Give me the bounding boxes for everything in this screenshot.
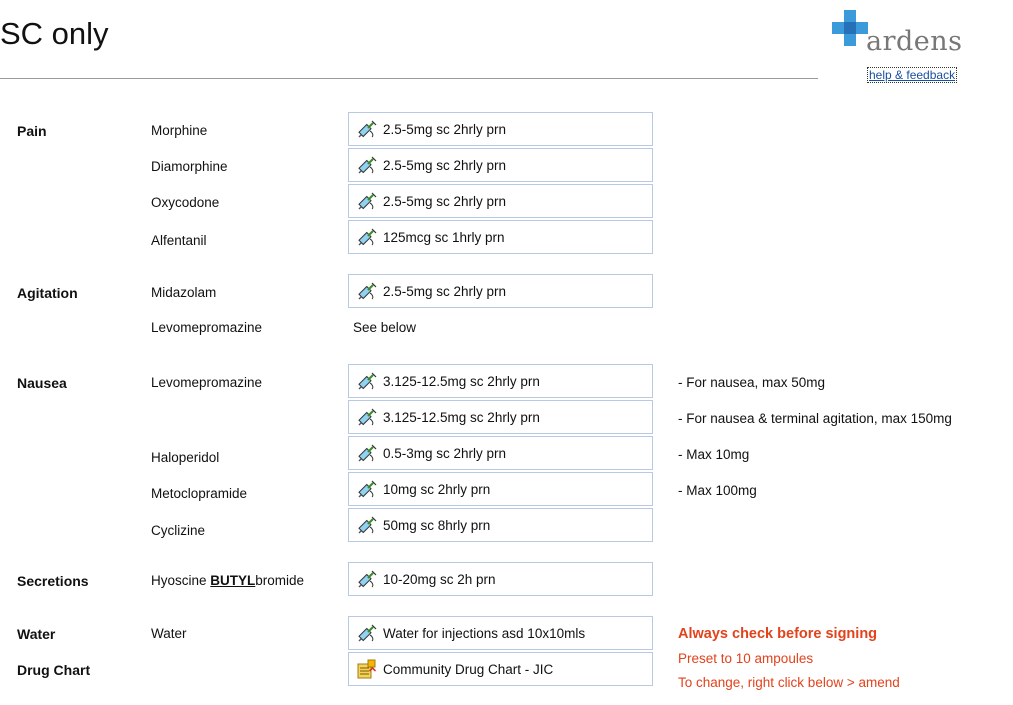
category-pain: Pain: [17, 123, 47, 139]
document-icon: [357, 659, 377, 679]
drug-chart-button[interactable]: Community Drug Chart - JIC: [348, 652, 653, 686]
page-title: SC only: [0, 16, 109, 51]
syringe-icon: [358, 516, 377, 534]
dose-button-oxycodone[interactable]: 2.5-5mg sc 2hrly prn: [348, 184, 653, 218]
drug-haloperidol: Haloperidol: [151, 450, 220, 465]
dose-label: 2.5-5mg sc 2hrly prn: [383, 283, 507, 299]
dose-label: 2.5-5mg sc 2hrly prn: [383, 121, 507, 137]
drug-morphine: Morphine: [151, 123, 208, 138]
dose-button-hyoscine[interactable]: 10-20mg sc 2h prn: [348, 562, 653, 596]
see-below-text: See below: [353, 320, 417, 335]
category-nausea: Nausea: [17, 375, 67, 391]
dose-label: 2.5-5mg sc 2hrly prn: [383, 193, 507, 209]
dose-button-haloperidol[interactable]: 0.5-3mg sc 2hrly prn: [348, 436, 653, 470]
dose-label: Water for injections asd 10x10mls: [383, 625, 586, 641]
title-divider: [0, 78, 818, 79]
dose-button-water[interactable]: Water for injections asd 10x10mls: [348, 616, 653, 650]
drug-water: Water: [151, 626, 187, 641]
dose-button-levomepromazine-1[interactable]: 3.125-12.5mg sc 2hrly prn: [348, 364, 653, 398]
warning-check: Always check before signing: [678, 626, 878, 642]
dose-button-morphine[interactable]: 2.5-5mg sc 2hrly prn: [348, 112, 653, 146]
drug-levomepromazine-nausea: Levomepromazine: [151, 375, 263, 390]
drug-metoclopramide: Metoclopramide: [151, 486, 248, 501]
syringe-icon: [358, 408, 377, 426]
help-feedback-link[interactable]: help & feedback: [866, 67, 958, 83]
dose-button-metoclopramide[interactable]: 10mg sc 2hrly prn: [348, 472, 653, 506]
category-water: Water: [17, 626, 56, 642]
note-metoclopramide: - Max 100mg: [678, 483, 757, 498]
syringe-icon: [358, 624, 377, 642]
drug-alfentanil: Alfentanil: [151, 233, 207, 248]
dose-label: 10mg sc 2hrly prn: [383, 481, 491, 497]
syringe-icon: [358, 156, 377, 174]
dose-label: 50mg sc 8hrly prn: [383, 517, 491, 533]
dose-label: 125mcg sc 1hrly prn: [383, 229, 505, 245]
dose-button-cyclizine[interactable]: 50mg sc 8hrly prn: [348, 508, 653, 542]
dose-button-levomepromazine-2[interactable]: 3.125-12.5mg sc 2hrly prn: [348, 400, 653, 434]
note-haloperidol: - Max 10mg: [678, 447, 750, 462]
drug-name-suffix: bromide: [255, 573, 305, 588]
drug-name-emphasis: BUTYL: [210, 573, 256, 588]
syringe-icon: [358, 372, 377, 390]
dose-button-midazolam[interactable]: 2.5-5mg sc 2hrly prn: [348, 274, 653, 308]
logo-text: ardens: [866, 26, 963, 57]
warning-change: To change, right click below > amend: [678, 675, 900, 690]
syringe-icon: [358, 282, 377, 300]
dose-label: 3.125-12.5mg sc 2hrly prn: [383, 409, 540, 425]
warning-preset: Preset to 10 ampoules: [678, 651, 814, 666]
syringe-icon: [358, 192, 377, 210]
drug-chart-label: Community Drug Chart - JIC: [383, 661, 554, 677]
dose-button-diamorphine[interactable]: 2.5-5mg sc 2hrly prn: [348, 148, 653, 182]
drug-cyclizine: Cyclizine: [151, 523, 206, 538]
dose-label: 2.5-5mg sc 2hrly prn: [383, 157, 507, 173]
drug-levomepromazine-agitation: Levomepromazine: [151, 320, 263, 335]
note-levomepromazine-2: - For nausea & terminal agitation, max 1…: [678, 411, 952, 426]
category-drug-chart: Drug Chart: [17, 662, 91, 678]
drug-oxycodone: Oxycodone: [151, 195, 220, 210]
dose-label: 3.125-12.5mg sc 2hrly prn: [383, 373, 540, 389]
syringe-icon: [358, 120, 377, 138]
dose-button-alfentanil[interactable]: 125mcg sc 1hrly prn: [348, 220, 653, 254]
syringe-icon: [358, 444, 377, 462]
syringe-icon: [358, 570, 377, 588]
drug-midazolam: Midazolam: [151, 285, 217, 300]
drug-hyoscine-butylbromide: Hyoscine BUTYLbromide: [151, 573, 304, 588]
syringe-icon: [358, 228, 377, 246]
note-levomepromazine-1: - For nausea, max 50mg: [678, 375, 826, 390]
drug-diamorphine: Diamorphine: [151, 159, 228, 174]
dose-label: 10-20mg sc 2h prn: [383, 571, 496, 587]
syringe-icon: [358, 480, 377, 498]
category-agitation: Agitation: [17, 285, 78, 301]
category-secretions: Secretions: [17, 573, 89, 589]
dose-label: 0.5-3mg sc 2hrly prn: [383, 445, 507, 461]
drug-name-prefix: Hyoscine: [151, 573, 211, 588]
